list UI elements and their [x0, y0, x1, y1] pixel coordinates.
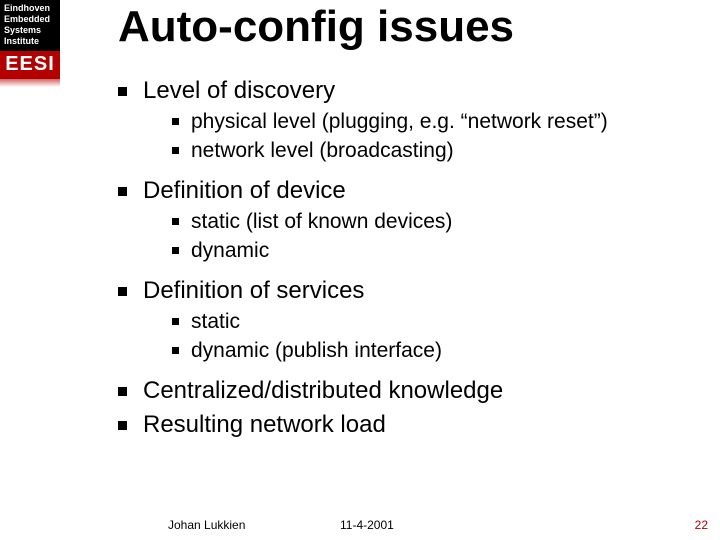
bullet-level2: static (list of known devices)	[172, 208, 700, 235]
institute-logo: Eindhoven Embedded Systems Institute EES…	[0, 0, 60, 79]
square-bullet-icon	[118, 387, 127, 396]
square-bullet-icon	[172, 218, 179, 225]
bullet-text: static (list of known devices)	[191, 208, 452, 235]
bullet-text: Definition of device	[143, 176, 346, 206]
bullet-level2: physical level (plugging, e.g. “network …	[172, 108, 700, 135]
bullet-text: Level of discovery	[143, 76, 335, 106]
square-bullet-icon	[172, 118, 179, 125]
square-bullet-icon	[172, 347, 179, 354]
slide: Eindhoven Embedded Systems Institute EES…	[0, 0, 720, 540]
logo-acronym: EESI	[0, 51, 60, 79]
square-bullet-icon	[118, 87, 127, 96]
bullet-level1: Definition of services	[118, 276, 700, 306]
logo-text-block: Eindhoven Embedded Systems Institute	[0, 0, 60, 51]
bullet-text: dynamic (publish interface)	[191, 337, 442, 364]
logo-fade	[0, 79, 60, 87]
bullet-level2: dynamic (publish interface)	[172, 337, 700, 364]
square-bullet-icon	[172, 318, 179, 325]
slide-body: Level of discovery physical level (plugg…	[118, 72, 700, 442]
square-bullet-icon	[118, 187, 127, 196]
logo-acronym-text: EESI	[5, 53, 55, 75]
slide-title: Auto-config issues	[118, 2, 514, 52]
bullet-text: Definition of services	[143, 276, 364, 306]
square-bullet-icon	[172, 247, 179, 254]
bullet-level1: Centralized/distributed knowledge	[118, 376, 700, 406]
bullet-level2: static	[172, 308, 700, 335]
bullet-text: physical level (plugging, e.g. “network …	[191, 108, 608, 135]
logo-line: Systems	[4, 25, 56, 36]
bullet-level1: Resulting network load	[118, 410, 700, 440]
logo-line: Institute	[4, 36, 56, 47]
bullet-level1: Level of discovery	[118, 76, 700, 106]
logo-line: Embedded	[4, 14, 56, 25]
footer-author: Johan Lukkien	[168, 518, 245, 532]
logo-line: Eindhoven	[4, 3, 56, 14]
bullet-text: dynamic	[191, 237, 269, 264]
bullet-text: Resulting network load	[143, 410, 386, 440]
bullet-text: Centralized/distributed knowledge	[143, 376, 503, 406]
square-bullet-icon	[172, 147, 179, 154]
footer-page-number: 22	[695, 518, 708, 532]
bullet-level1: Definition of device	[118, 176, 700, 206]
square-bullet-icon	[118, 287, 127, 296]
bullet-text: static	[191, 308, 240, 335]
bullet-level2: dynamic	[172, 237, 700, 264]
bullet-level2: network level (broadcasting)	[172, 137, 700, 164]
footer-date: 11-4-2001	[340, 518, 394, 532]
square-bullet-icon	[118, 421, 127, 430]
bullet-text: network level (broadcasting)	[191, 137, 454, 164]
